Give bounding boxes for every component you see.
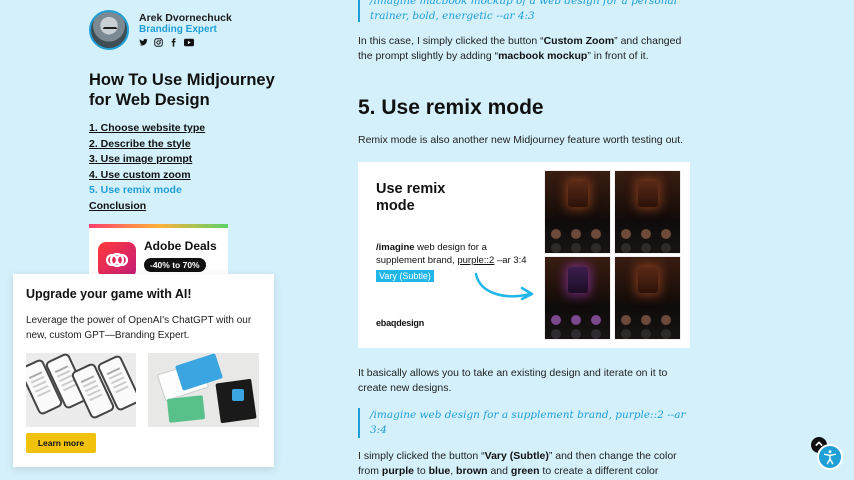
paragraph-remix-intro: Remix mode is also another new Midjourne… <box>358 134 684 146</box>
ebaqdesign-logo: ebaqdesign <box>376 318 425 328</box>
toc-item-describe-style[interactable]: 2. Describe the style <box>89 137 205 153</box>
toc-item-custom-zoom[interactable]: 4. Use custom zoom <box>89 168 205 184</box>
author-avatar[interactable] <box>89 10 129 50</box>
prompt-quote-bottom: /imagine web design for a supplement bra… <box>358 408 688 438</box>
grid-image-2 <box>614 170 681 254</box>
paragraph-iterate: It basically allows you to take an exist… <box>358 367 668 394</box>
toc-item-choose-website-type[interactable]: 1. Choose website type <box>89 121 205 137</box>
instagram-icon[interactable] <box>154 38 163 50</box>
figure-command: /imagine web design for a supplement bra… <box>376 242 527 266</box>
accessibility-icon[interactable] <box>817 444 843 470</box>
adobe-deals-banner[interactable]: Adobe Deals -40% to 70% <box>89 224 228 278</box>
vary-subtle-label: Vary (Subtle) <box>376 270 434 282</box>
youtube-icon[interactable] <box>184 38 194 50</box>
figure-title: Use remix mode <box>376 181 446 214</box>
business-cards-image <box>148 353 259 427</box>
toc-item-image-prompt[interactable]: 3. Use image prompt <box>89 152 205 168</box>
toc-item-remix-mode[interactable]: 5. Use remix mode <box>89 183 205 199</box>
arrow-right-icon <box>474 272 534 301</box>
grid-image-4 <box>614 256 681 340</box>
toc-title: How To Use Midjourney for Web Design <box>89 71 275 109</box>
prompt-quote-top: /imagine macbook mockup of a web design … <box>358 0 688 22</box>
remix-mode-figure: Use remix mode /imagine web design for a… <box>358 162 690 348</box>
ai-upgrade-popup: Upgrade your game with AI! Leverage the … <box>13 274 274 467</box>
paragraph-custom-zoom: In this case, I simply clicked the butto… <box>358 35 682 62</box>
discount-badge: -40% to 70% <box>144 258 206 272</box>
author-role: Branding Expert <box>139 24 217 35</box>
popup-title: Upgrade your game with AI! <box>26 287 192 301</box>
phones-mockup-image <box>26 353 136 427</box>
table-of-contents: 1. Choose website type 2. Describe the s… <box>89 121 205 214</box>
paragraph-vary-subtle: I simply clicked the button “Vary (Subtl… <box>358 450 677 477</box>
adobe-deals-title: Adobe Deals <box>144 239 217 253</box>
social-links <box>139 38 232 50</box>
author-name[interactable]: Arek Dvornechuck <box>139 12 232 24</box>
adobe-cc-icon <box>98 242 136 278</box>
popup-description: Leverage the power of OpenAI's ChatGPT w… <box>26 315 252 341</box>
learn-more-button[interactable]: Learn more <box>26 433 96 453</box>
section-heading-remix-mode: 5. Use remix mode <box>358 96 544 119</box>
midjourney-image-grid <box>544 170 682 340</box>
grid-image-3 <box>544 256 611 340</box>
twitter-icon[interactable] <box>139 38 148 50</box>
author-box: Arek Dvornechuck Branding Expert <box>89 10 232 50</box>
facebook-icon[interactable] <box>169 38 178 50</box>
toc-item-conclusion[interactable]: Conclusion <box>89 199 205 215</box>
grid-image-1 <box>544 170 611 254</box>
